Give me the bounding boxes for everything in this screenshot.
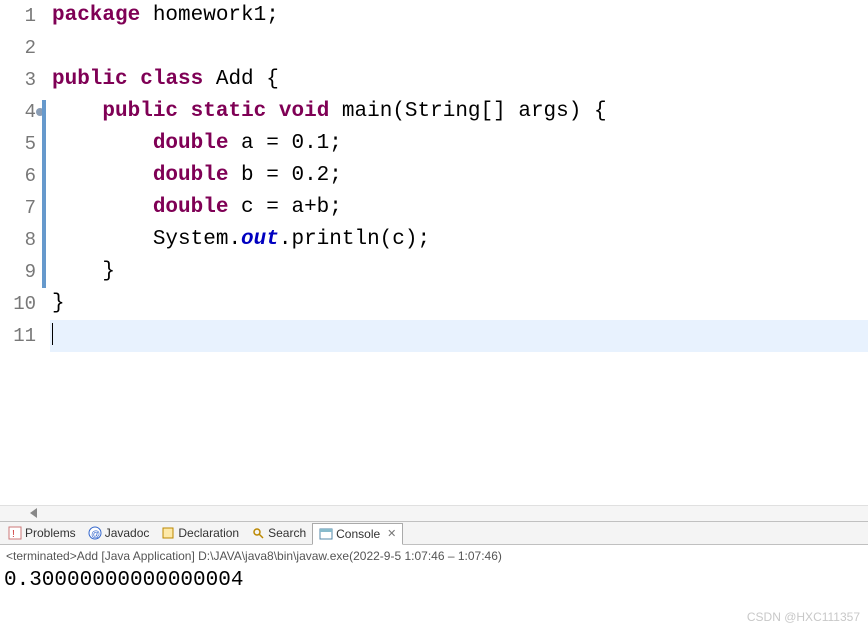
console-output[interactable]: 0.30000000000000004 bbox=[0, 567, 868, 594]
line-number: 4 bbox=[0, 96, 36, 128]
console-status: <terminated> Add [Java Application] D:\J… bbox=[0, 545, 868, 567]
search-icon bbox=[251, 526, 265, 540]
tab-label: Javadoc bbox=[105, 526, 150, 540]
bottom-tabs: ! Problems @ Javadoc Declaration Search … bbox=[0, 521, 868, 545]
svg-text:@: @ bbox=[91, 529, 100, 539]
declaration-icon bbox=[161, 526, 175, 540]
line-number: 11 bbox=[0, 320, 36, 352]
keyword-public: public bbox=[52, 68, 128, 91]
package-name: homework1; bbox=[140, 4, 279, 27]
code-line[interactable]: } bbox=[50, 288, 868, 320]
svg-text:!: ! bbox=[12, 529, 15, 540]
code-line[interactable]: double c = a+b; bbox=[50, 192, 868, 224]
line-number: 1 bbox=[0, 0, 36, 32]
watermark: CSDN @HXC111357 bbox=[747, 610, 860, 624]
line-number: 9 bbox=[0, 256, 36, 288]
code-line[interactable]: double b = 0.2; bbox=[50, 160, 868, 192]
line-number: 8 bbox=[0, 224, 36, 256]
timestamp-label: (2022-9-5 1:07:46 – 1:07:46) bbox=[349, 549, 502, 563]
close-icon[interactable]: ✕ bbox=[387, 527, 396, 540]
scroll-left-arrow-icon[interactable] bbox=[30, 508, 37, 518]
tab-label: Problems bbox=[25, 526, 76, 540]
console-icon bbox=[319, 527, 333, 541]
keyword-double: double bbox=[153, 196, 229, 219]
code-line[interactable]: public static void main(String[] args) { bbox=[50, 96, 868, 128]
main-signature: main(String[] args) { bbox=[329, 100, 606, 123]
code-line[interactable]: public class Add { bbox=[50, 64, 868, 96]
javadoc-icon: @ bbox=[88, 526, 102, 540]
keyword-class: class bbox=[140, 68, 203, 91]
keyword-void: void bbox=[279, 100, 329, 123]
out-field: out bbox=[241, 228, 279, 251]
tab-javadoc[interactable]: @ Javadoc bbox=[82, 522, 156, 544]
code-line[interactable]: double a = 0.1; bbox=[50, 128, 868, 160]
tab-problems[interactable]: ! Problems bbox=[2, 522, 82, 544]
class-declaration: Add { bbox=[203, 68, 279, 91]
horizontal-scrollbar[interactable] bbox=[0, 505, 868, 521]
tab-declaration[interactable]: Declaration bbox=[155, 522, 245, 544]
tab-console[interactable]: Console ✕ bbox=[312, 523, 403, 545]
close-brace: } bbox=[52, 292, 65, 315]
var-declaration-b: b = 0.2; bbox=[228, 164, 341, 187]
keyword-double: double bbox=[153, 164, 229, 187]
code-line[interactable]: System.out.println(c); bbox=[50, 224, 868, 256]
var-declaration-c: c = a+b; bbox=[228, 196, 341, 219]
line-number: 10 bbox=[0, 288, 36, 320]
text-cursor bbox=[52, 323, 53, 345]
line-number: 5 bbox=[0, 128, 36, 160]
code-line[interactable]: package homework1; bbox=[50, 0, 868, 32]
keyword-public: public bbox=[102, 100, 178, 123]
keyword-double: double bbox=[153, 132, 229, 155]
code-editor[interactable]: 1 2 3 4 5 6 7 8 9 10 11 package homework… bbox=[0, 0, 868, 505]
var-declaration-a: a = 0.1; bbox=[228, 132, 341, 155]
marker-strip bbox=[42, 0, 50, 505]
println-call: .println(c); bbox=[279, 228, 430, 251]
tab-search[interactable]: Search bbox=[245, 522, 312, 544]
problems-icon: ! bbox=[8, 526, 22, 540]
terminated-label: <terminated> bbox=[6, 549, 77, 563]
line-number: 3 bbox=[0, 64, 36, 96]
keyword-package: package bbox=[52, 4, 140, 27]
keyword-static: static bbox=[191, 100, 267, 123]
run-config-label: Add [Java Application] D:\JAVA\java8\bin… bbox=[77, 549, 349, 563]
tab-label: Console bbox=[336, 527, 380, 541]
code-line[interactable]: } bbox=[50, 256, 868, 288]
line-number: 7 bbox=[0, 192, 36, 224]
line-number: 2 bbox=[0, 32, 36, 64]
tab-label: Search bbox=[268, 526, 306, 540]
method-range-marker bbox=[42, 100, 46, 288]
line-number: 6 bbox=[0, 160, 36, 192]
system-class: System. bbox=[153, 228, 241, 251]
line-number-gutter: 1 2 3 4 5 6 7 8 9 10 11 bbox=[0, 0, 42, 505]
close-brace: } bbox=[52, 260, 115, 283]
tab-label: Declaration bbox=[178, 526, 239, 540]
code-line[interactable] bbox=[50, 32, 868, 64]
code-area[interactable]: package homework1; public class Add { pu… bbox=[50, 0, 868, 505]
code-line-current[interactable] bbox=[50, 320, 868, 352]
